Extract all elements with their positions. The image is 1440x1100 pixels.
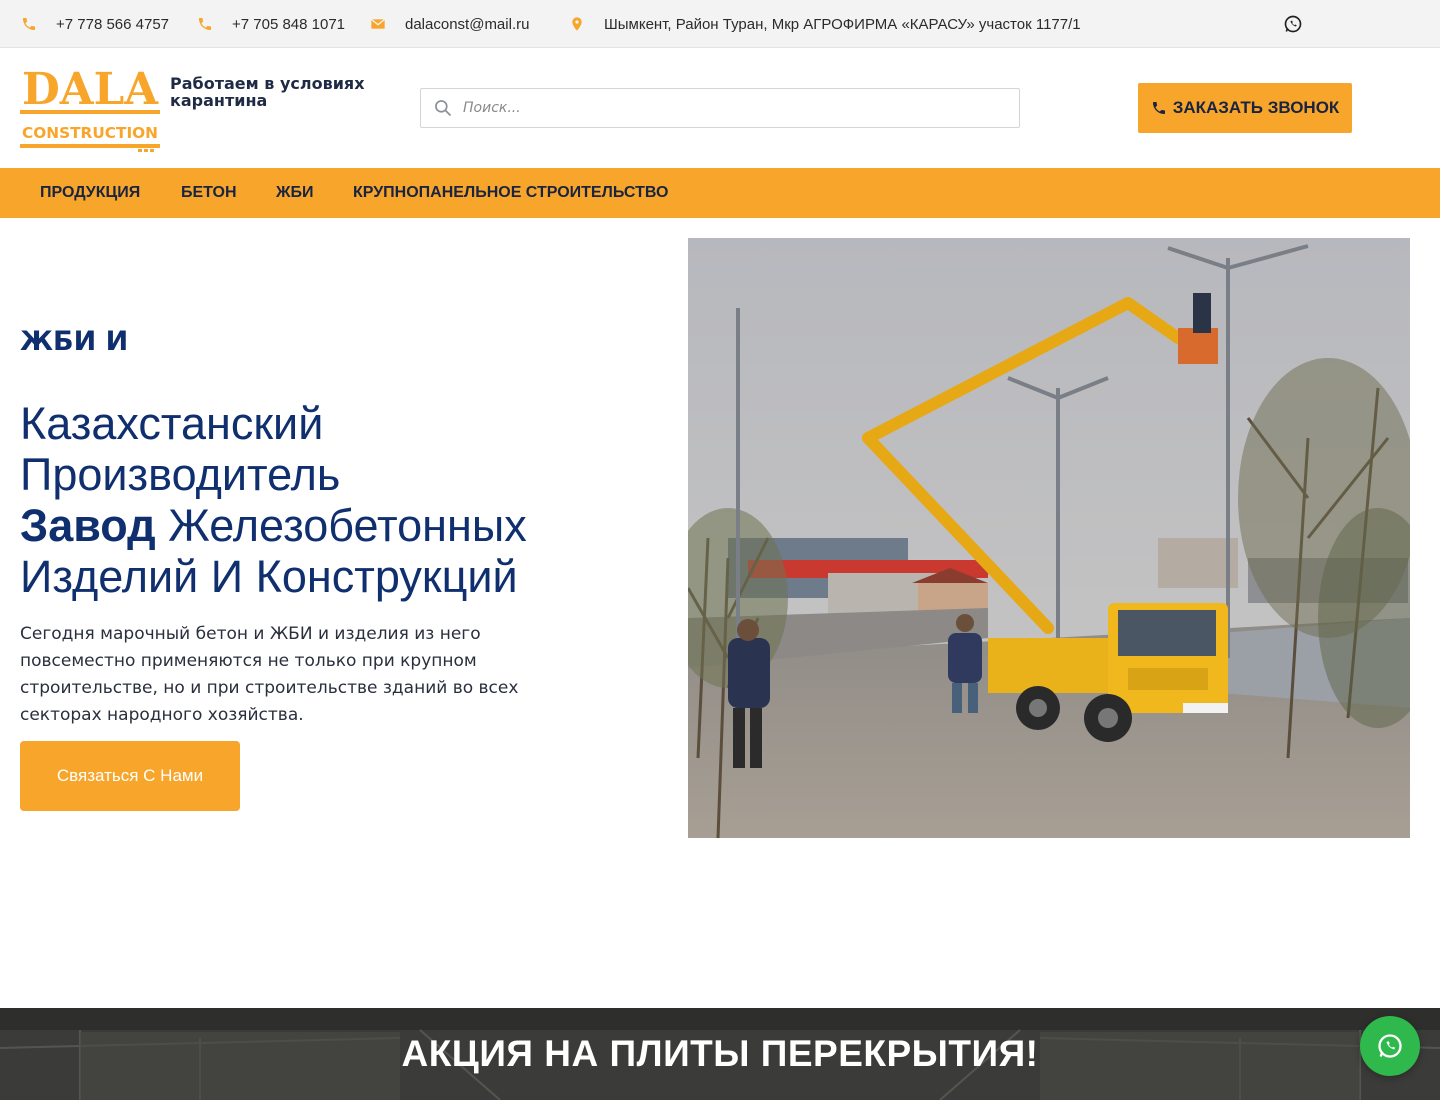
svg-text:CONSTRUCTION: CONSTRUCTION xyxy=(22,124,158,142)
whatsapp-icon[interactable] xyxy=(1283,14,1303,34)
hero-tag: ЖБИ И xyxy=(20,326,129,357)
hero-title-line-1: Казахстанский xyxy=(20,398,324,449)
address-text: Шымкент, Район Туран, Мкр АГРОФИРМА «КАР… xyxy=(604,15,1081,33)
email-address: dalaconst@mail.ru xyxy=(405,15,530,33)
nav-item-precast[interactable]: ЖБИ xyxy=(276,168,313,218)
order-call-label: ЗАКАЗАТЬ ЗВОНОК xyxy=(1172,98,1340,117)
nav-item-concrete[interactable]: БЕТОН xyxy=(181,168,237,218)
nav-item-large-panel[interactable]: КРУПНОПАНЕЛЬНОЕ СТРОИТЕЛЬСТВО xyxy=(353,168,668,218)
hero-title-line-2: Производитель xyxy=(20,449,341,500)
phone-icon xyxy=(196,15,214,33)
whatsapp-chat-button[interactable] xyxy=(1360,1016,1420,1076)
hero-description: Сегодня марочный бетон и ЖБИ и изделия и… xyxy=(20,624,519,725)
nav-item-products[interactable]: ПРОДУКЦИЯ xyxy=(40,168,140,218)
hero-title-line-4: Изделий И Конструкций xyxy=(20,551,518,602)
map-pin-icon xyxy=(568,15,586,33)
top-contact-bar: +7 778 566 4757 +7 705 848 1071 dalacons… xyxy=(0,0,1440,48)
address-contact: Шымкент, Район Туран, Мкр АГРОФИРМА «КАР… xyxy=(568,0,1081,48)
phone-number-1: +7 778 566 4757 xyxy=(56,15,170,33)
quarantine-notice: Работаем в условиях карантина xyxy=(170,74,365,110)
site-header: DALA CONSTRUCTION Работаем в условиях ка… xyxy=(0,48,1440,168)
dala-construction-logo[interactable]: DALA CONSTRUCTION xyxy=(20,64,160,152)
contact-us-button[interactable]: Связаться С Нами xyxy=(20,741,240,811)
order-call-button[interactable]: ЗАКАЗАТЬ ЗВОНОК xyxy=(1138,83,1352,133)
phone-icon xyxy=(20,15,38,33)
search-input[interactable] xyxy=(463,100,1003,116)
main-navigation: ПРОДУКЦИЯ БЕТОН ЖБИ КРУПНОПАНЕЛЬНОЕ СТРО… xyxy=(0,168,1440,218)
phone-contact-1[interactable]: +7 778 566 4757 xyxy=(20,0,169,48)
whatsapp-icon xyxy=(1378,1034,1402,1058)
search-box[interactable] xyxy=(420,88,1020,128)
svg-text:DALA: DALA xyxy=(22,64,159,115)
promo-title: АКЦИЯ НА ПЛИТЫ ПЕРЕКРЫТИЯ! xyxy=(401,1033,1039,1074)
email-contact[interactable]: dalaconst@mail.ru xyxy=(369,0,529,48)
hero-photo-bucket-truck xyxy=(688,238,1410,838)
hero-title: Казахстанский Производитель Завод Железо… xyxy=(20,398,640,602)
envelope-icon xyxy=(369,15,387,33)
phone-number-2: +7 705 848 1071 xyxy=(232,15,346,33)
phone-contact-2[interactable]: +7 705 848 1071 xyxy=(196,0,345,48)
phone-icon xyxy=(1151,100,1167,116)
search-icon xyxy=(433,98,453,118)
hero-title-bold: Завод xyxy=(20,500,156,551)
hero-title-line-3: Железобетонных xyxy=(155,500,527,551)
